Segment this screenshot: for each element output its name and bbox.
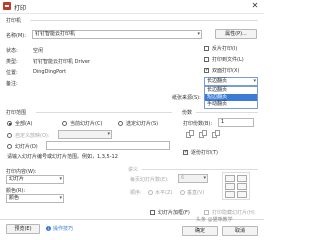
handouts-vertical-radio[interactable]: [180, 190, 185, 195]
slide-thumb-icon: [237, 175, 247, 182]
app-logo-icon: [3, 2, 11, 10]
handouts-divider: [142, 169, 258, 170]
chevron-down-icon: ▾: [197, 31, 200, 37]
page-stack-icon: [189, 130, 194, 136]
properties-button[interactable]: 属性(P)...: [215, 29, 257, 39]
location-value: DingDingPort: [33, 69, 67, 75]
collate-label: 逐份打印(T): [191, 150, 218, 156]
handouts-order-label: 顺序:: [130, 190, 142, 196]
copies-count-input[interactable]: 1: [218, 118, 254, 127]
collate-illustration: [186, 130, 226, 144]
range-slides-label: 幻灯片(D): [15, 144, 38, 150]
window-title: 打印: [14, 5, 27, 12]
handouts-per-page-label: 每页幻灯片数(E):: [130, 177, 169, 183]
slide-thumb-icon: [225, 183, 235, 190]
range-all-radio[interactable]: [7, 121, 12, 126]
range-custom-show-label: 自定义放映(O):: [15, 133, 50, 139]
paper-source-label: 纸张来源(S):: [172, 95, 201, 101]
handouts-horizontal-radio[interactable]: [148, 190, 153, 195]
range-current-label: 当前幻灯片(C): [70, 121, 103, 127]
flip-mode-value: 长边翻页: [207, 78, 228, 84]
custom-show-select[interactable]: ▾: [58, 130, 112, 139]
reverse-print-label: 反片打印(I): [212, 46, 238, 52]
collate-checkbox[interactable]: [183, 149, 188, 155]
chevron-down-icon: ▾: [59, 176, 62, 182]
slide-thumb-icon: [225, 175, 235, 182]
type-label: 类型:: [6, 59, 18, 65]
slides-hint: 请输入幻灯片编号或幻灯片范围。例如，1,3,5-12: [7, 154, 118, 160]
print-range-divider: [36, 112, 172, 113]
chevron-down-icon: ▾: [253, 78, 256, 84]
page-stack-icon: [215, 130, 220, 136]
flip-option-long-edge[interactable]: 长边翻页: [205, 87, 257, 94]
slides-range-input[interactable]: [46, 141, 170, 150]
printer-group-title: 打印机: [6, 18, 22, 24]
flip-mode-select[interactable]: 长边翻页 ▾: [204, 77, 258, 86]
print-hidden-label: 打印隐藏幻灯片(H): [212, 210, 255, 216]
printer-name-value: 钉钉智能云打印机: [35, 31, 76, 37]
chevron-down-icon: ▾: [59, 195, 62, 201]
watermark-text: 头条 @猫咪教学: [196, 217, 233, 223]
slide-thumb-icon: [237, 183, 247, 190]
flip-option-short-edge[interactable]: 短边翻页: [205, 94, 257, 101]
flip-option-manual[interactable]: 手动翻页: [205, 101, 257, 108]
handouts-per-page-value: 6: [181, 175, 185, 181]
color-label: 颜色(R):: [6, 188, 26, 194]
copies-group-title: 份数: [182, 110, 193, 116]
status-label: 状态:: [6, 48, 18, 54]
copies-count-value: 1: [221, 119, 225, 125]
page-stack-icon: [202, 130, 207, 136]
print-what-select[interactable]: 幻灯片 ▾: [6, 175, 64, 184]
duplex-checkbox[interactable]: [204, 67, 209, 73]
duplex-label: 双面打印(X): [212, 68, 240, 74]
handouts-layout-preview: [222, 172, 250, 200]
printer-name-select[interactable]: 钉钉智能云打印机 ▾: [32, 30, 202, 39]
print-to-file-label: 打印到文件(L): [212, 57, 244, 63]
frame-slides-label: 幻灯片加框(F): [158, 210, 190, 216]
range-slides-radio[interactable]: [7, 144, 12, 149]
range-custom-show-radio[interactable]: [7, 133, 12, 138]
copies-count-label: 打印份数(B):: [183, 121, 213, 127]
range-selection-label: 选定幻灯片(S): [126, 121, 159, 127]
print-what-value: 幻灯片: [9, 176, 25, 182]
copies-divider: [196, 112, 258, 113]
tips-link[interactable]: 操作技巧: [53, 225, 73, 232]
chevron-down-icon: ▾: [107, 131, 110, 137]
type-value: 钉钉智能云打印机 Driver: [33, 59, 90, 65]
slide-thumb-icon: [225, 191, 235, 198]
cancel-button[interactable]: 取消: [222, 226, 258, 236]
handouts-group-title: 讲义: [128, 167, 139, 173]
printer-name-label: 名称(M):: [6, 33, 26, 39]
slide-thumb-icon: [237, 191, 247, 198]
frame-slides-checkbox[interactable]: [150, 210, 155, 215]
tips-icon: i: [46, 226, 51, 231]
ok-button[interactable]: 确定: [182, 226, 218, 236]
location-label: 位置:: [6, 70, 18, 76]
printer-group-divider: [30, 20, 258, 21]
reverse-print-checkbox[interactable]: [204, 46, 209, 51]
handouts-per-page-select[interactable]: 6 ▾: [178, 174, 208, 183]
print-hidden-checkbox[interactable]: [204, 210, 209, 215]
print-range-group-title: 打印范围: [6, 110, 27, 116]
handouts-vertical-label: 垂直(V): [187, 190, 205, 196]
flip-mode-dropdown: 长边翻页 短边翻页 手动翻页: [204, 86, 258, 109]
print-what-label: 打印内容(W):: [6, 169, 37, 175]
range-all-label: 全部(A): [15, 121, 33, 127]
preview-button[interactable]: 预览(E): [6, 224, 40, 234]
chevron-down-icon: ▾: [203, 175, 206, 181]
color-value: 颜色: [9, 195, 20, 201]
comment-label: 备注:: [6, 81, 18, 87]
color-select[interactable]: 颜色 ▾: [6, 194, 64, 203]
status-value: 空闲: [33, 48, 44, 54]
close-icon[interactable]: ✕: [250, 1, 260, 11]
print-to-file-checkbox[interactable]: [204, 57, 209, 62]
range-selection-radio[interactable]: [118, 121, 123, 126]
range-current-radio[interactable]: [62, 121, 67, 126]
handouts-horizontal-label: 水平(Z): [155, 190, 173, 196]
title-bar: [0, 0, 264, 14]
